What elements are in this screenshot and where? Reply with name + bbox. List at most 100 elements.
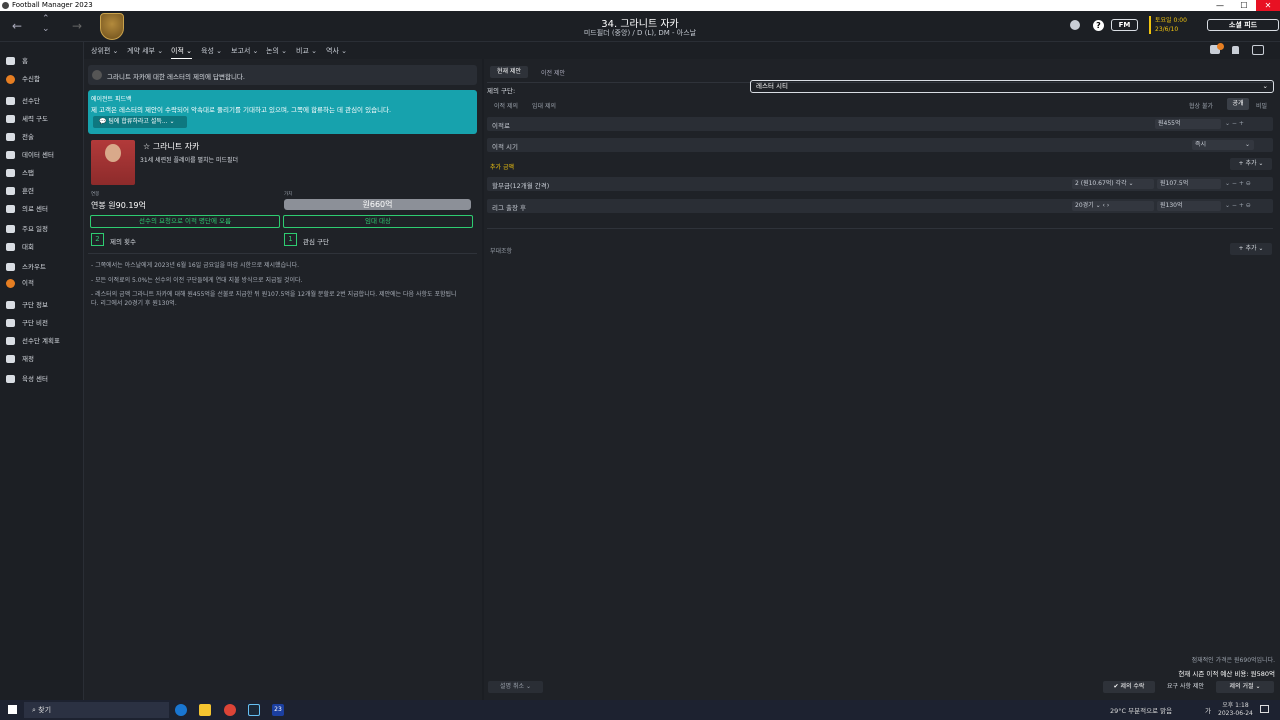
divider — [88, 253, 477, 254]
back-arrow-icon[interactable]: ← — [12, 19, 22, 33]
chrome-icon[interactable] — [224, 704, 236, 716]
fee-stepper[interactable]: ⌄ − + — [1225, 120, 1244, 127]
minimize-button[interactable]: — — [1208, 0, 1232, 11]
league-stepper[interactable]: ⌄ − + ⊖ — [1225, 202, 1251, 209]
maximize-button[interactable]: ☐ — [1232, 0, 1256, 11]
toggle-public[interactable]: 공개 — [1227, 98, 1249, 110]
sidebar-item-label: 스카우트 — [22, 263, 46, 271]
sub-menu-bar: 상위편 ⌄ 계약 세부 ⌄ 이적 ⌄ 육성 ⌄ 보고서 ⌄ 논의 ⌄ 비교 ⌄ … — [84, 42, 1280, 59]
menu-discuss[interactable]: 논의 ⌄ — [266, 46, 287, 56]
layout-icon[interactable] — [1252, 45, 1264, 55]
fm-button[interactable]: FM — [1111, 19, 1138, 31]
installment-stepper[interactable]: ⌄ − + ⊖ — [1225, 180, 1251, 187]
sidebar-item-17[interactable]: 육성 센터 — [6, 373, 82, 387]
sidebar-item-label: 대회 — [22, 243, 34, 251]
player-photo — [91, 140, 135, 185]
extra-add-button[interactable]: + 추가 ⌄ — [1230, 158, 1272, 170]
sidebar-item-11[interactable]: 스카우트 — [6, 261, 82, 275]
toggle-secret[interactable]: 비밀 — [1256, 101, 1267, 110]
tab-previous-offer[interactable]: 이전 제안 — [541, 68, 565, 77]
game-date[interactable]: 토요일 0:00 23/6/10 — [1149, 16, 1194, 34]
league-count[interactable]: 20경기 ⌄ ‹ › — [1072, 201, 1154, 211]
explorer-icon[interactable] — [199, 704, 211, 716]
sub-tab-transfer[interactable]: 이적 제의 — [494, 101, 518, 110]
sidebar-item-label: 주요 일정 — [22, 225, 48, 233]
cancel-explain-button[interactable]: 설명 취소 ⌄ — [488, 681, 543, 693]
menu-compare[interactable]: 비교 ⌄ — [296, 46, 317, 56]
menu-transfer[interactable]: 이적 ⌄ — [171, 46, 192, 59]
menu-development[interactable]: 육성 ⌄ — [201, 46, 222, 56]
sidebar-item-15[interactable]: 선수단 계획표 — [6, 335, 82, 349]
up-down-icon[interactable]: ⌃ ⌄ — [42, 14, 50, 34]
menu-overview[interactable]: 상위편 ⌄ — [91, 46, 118, 56]
menu-reports[interactable]: 보고서 ⌄ — [231, 46, 258, 56]
sidebar-item-label: 선수단 — [22, 97, 40, 105]
staff-icon — [6, 169, 15, 177]
lock-icon[interactable] — [1232, 46, 1239, 54]
tab-current-offer[interactable]: 현재 제안 — [490, 66, 528, 78]
installment-count[interactable]: 2 (원10.67억) 각각 ⌄ — [1072, 179, 1154, 189]
settings-icon[interactable] — [1070, 20, 1080, 30]
note-offer: - 레스터의 금액 그라니트 자카에 대해 원455억을 선불로 지급한 뒤 원… — [91, 291, 457, 307]
window-title: Football Manager 2023 — [12, 1, 93, 9]
sidebar-item-1[interactable]: 수신함 — [6, 73, 82, 87]
sidebar-item-6[interactable]: 스탭 — [6, 167, 82, 181]
help-icon[interactable]: ? — [1093, 20, 1104, 31]
sidebar-item-3[interactable]: 세력 구도 — [6, 113, 82, 127]
sidebar-item-16[interactable]: 재정 — [6, 353, 82, 367]
timing-row: 이적 시기 즉시 ⌄ — [487, 138, 1273, 152]
toggle-non-negotiable[interactable]: 협상 불가 — [1189, 101, 1213, 110]
sidebar-item-13[interactable]: 구단 정보 — [6, 299, 82, 313]
league-input[interactable]: 원130억 — [1157, 201, 1221, 211]
reject-offer-button[interactable]: 제의 거절 ⌄ — [1216, 681, 1274, 693]
sidebar-item-7[interactable]: 훈련 — [6, 185, 82, 199]
sidebar-item-0[interactable]: 홈 — [6, 55, 82, 69]
counter-offer-button[interactable]: 요구 사항 제안 — [1158, 681, 1213, 693]
loan-button[interactable]: 임대 대상 — [283, 215, 473, 228]
input-lang[interactable]: 가 — [1205, 705, 1211, 715]
sidebar-item-label: 세력 구도 — [22, 115, 48, 123]
sidebar-item-2[interactable]: 선수단 — [6, 95, 82, 109]
sidebar-item-9[interactable]: 주요 일정 — [6, 223, 82, 237]
clauses-label: 부대조항 — [490, 248, 513, 255]
forward-arrow-icon[interactable]: → — [72, 19, 82, 33]
clauses-add-button[interactable]: + 추가 ⌄ — [1230, 243, 1272, 255]
extra-label: 추가 금액 — [490, 164, 514, 171]
social-feed-button[interactable]: 소셜 피드 — [1207, 19, 1279, 31]
inbox-icon — [6, 74, 15, 84]
star-icon: ☆ — [143, 142, 153, 151]
sidebar-item-5[interactable]: 데이터 센터 — [6, 149, 82, 163]
taskbar-search[interactable]: ⌕ 찾기 — [24, 702, 169, 718]
sidebar-item-label: 전술 — [22, 133, 34, 141]
data-icon — [6, 151, 15, 159]
calendar-icon — [6, 225, 15, 233]
accept-offer-button[interactable]: ✔ 제의 수락 — [1103, 681, 1155, 693]
notification-icon[interactable] — [1260, 705, 1269, 713]
club-crest-icon[interactable] — [100, 13, 124, 40]
sidebar-item-10[interactable]: 대회 — [6, 241, 82, 255]
weather[interactable]: 29°C 부분적으로 맑음 — [1110, 705, 1172, 715]
sidebar-item-12[interactable]: 이적 — [6, 277, 82, 291]
plan-icon — [6, 337, 15, 345]
sidebar-item-8[interactable]: 의료 센터 — [6, 203, 82, 217]
menu-history[interactable]: 역사 ⌄ — [326, 46, 347, 56]
sub-tab-loan[interactable]: 임대 제의 — [532, 101, 556, 110]
sidebar-item-label: 훈련 — [22, 187, 34, 195]
edge-icon[interactable] — [175, 704, 187, 716]
club-select[interactable]: 레스터 시티 ⌄ — [750, 80, 1274, 93]
steam-icon[interactable] — [248, 704, 260, 716]
notice-text: 그라니트 자카에 대한 레스터의 제의에 답변합니다. — [107, 73, 245, 81]
timing-select[interactable]: 즉시 ⌄ — [1192, 140, 1254, 150]
installment-input[interactable]: 원107.5억 — [1157, 179, 1221, 189]
installment-row: 할부금(12개월 간격) 2 (원10.67억) 각각 ⌄ 원107.5억 ⌄ … — [487, 177, 1273, 191]
fee-input[interactable]: 원455억 — [1155, 119, 1221, 129]
menu-contract[interactable]: 계약 세부 ⌄ — [127, 46, 163, 56]
fm-taskbar-icon[interactable]: 23 — [272, 704, 284, 716]
listed-button[interactable]: 선수의 요청으로 이적 명단에 오름 — [90, 215, 280, 228]
sidebar-item-14[interactable]: 구단 비전 — [6, 317, 82, 331]
close-button[interactable]: ✕ — [1256, 0, 1280, 11]
persuade-button[interactable]: 💬 팀에 합류하라고 설득... ⌄ — [93, 116, 187, 128]
clock[interactable]: 오후 1:18 2023-06-24 — [1218, 702, 1253, 718]
sidebar-item-4[interactable]: 전술 — [6, 131, 82, 145]
windows-start-icon[interactable] — [8, 705, 17, 714]
